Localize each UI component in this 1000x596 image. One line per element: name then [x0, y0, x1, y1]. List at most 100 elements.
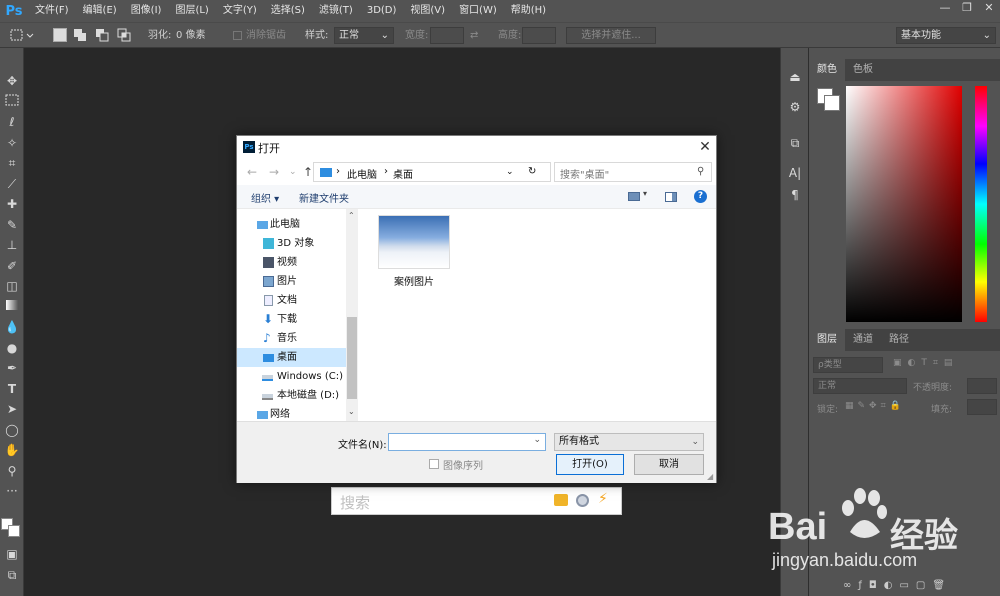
layer-filter-icons[interactable]: ▣◐T⌗▤ — [893, 358, 958, 368]
select-and-mask-button[interactable]: 选择并遮住... — [566, 27, 656, 44]
menu-filter[interactable]: 滤镜(T) — [312, 0, 360, 22]
address-dropdown-icon[interactable]: ⌄ — [506, 167, 514, 177]
clone-stamp-tool-icon[interactable]: ⊥ — [3, 236, 21, 254]
address-bar[interactable]: › 此电脑 › 桌面 ⌄ ↻ — [313, 162, 551, 182]
dialog-search-input[interactable]: 搜索"桌面" ⚲ — [554, 162, 712, 182]
menu-file[interactable]: 文件(F) — [28, 0, 76, 22]
lightning-icon[interactable]: ⚡ — [598, 491, 608, 507]
image-sequence-checkbox[interactable] — [429, 459, 439, 469]
menu-select[interactable]: 选择(S) — [264, 0, 312, 22]
healing-brush-tool-icon[interactable]: ✚ — [3, 195, 21, 213]
antialias-checkbox[interactable] — [233, 31, 242, 40]
help-icon[interactable]: ? — [694, 190, 707, 203]
file-item[interactable]: 案例图片 — [376, 213, 452, 291]
scroll-down-icon[interactable]: ⌄ — [348, 407, 355, 416]
nav-item-documents[interactable]: 文档 — [237, 291, 346, 310]
cancel-button[interactable]: 取消 — [634, 454, 704, 475]
tab-paths[interactable]: 路径 — [881, 329, 917, 351]
move-tool-icon[interactable]: ✥ — [3, 72, 21, 90]
subtract-from-selection-icon[interactable] — [94, 27, 110, 49]
hand-tool-icon[interactable]: ✋ — [3, 441, 21, 459]
marquee-tool-icon[interactable] — [3, 93, 21, 111]
breadcrumb-desktop[interactable]: 桌面 — [393, 166, 413, 181]
magic-wand-tool-icon[interactable]: ✧ — [3, 134, 21, 152]
lock-icons[interactable]: ▦✎✥⌗🔒 — [845, 401, 905, 411]
view-dropdown-icon[interactable]: ▾ — [643, 189, 647, 198]
folder-icon[interactable] — [554, 494, 568, 506]
brush-tool-icon[interactable]: ✎ — [3, 216, 21, 234]
more-tools-icon[interactable]: ··· — [3, 482, 21, 500]
quick-mask-icon[interactable]: ▣ — [3, 545, 21, 563]
nav-item-videos[interactable]: 视频 — [237, 253, 346, 272]
nav-item-drive-d[interactable]: 本地磁盘 (D:) — [237, 386, 346, 405]
type-tool-icon[interactable]: T — [3, 380, 21, 398]
menu-image[interactable]: 图像(I) — [124, 0, 169, 22]
search-bar[interactable]: 搜索 ⚡ — [331, 487, 622, 515]
opacity-input[interactable] — [967, 378, 997, 394]
recent-dropdown-icon[interactable]: ⌄ — [289, 167, 297, 177]
workspace-select[interactable]: 基本功能 ⌄ — [896, 27, 996, 44]
preview-pane-icon[interactable] — [665, 192, 677, 202]
pen-tool-icon[interactable]: ✒ — [3, 359, 21, 377]
scrollbar-thumb[interactable] — [347, 317, 357, 399]
menu-layer[interactable]: 图层(L) — [168, 0, 215, 22]
tab-swatches[interactable]: 色板 — [845, 59, 881, 81]
resize-grip-icon[interactable]: ◢ — [707, 472, 713, 481]
nav-item-drive-c[interactable]: Windows (C:) — [237, 367, 346, 386]
path-selection-tool-icon[interactable]: ➤ — [3, 400, 21, 418]
nav-item-downloads[interactable]: ⬇ 下载 — [237, 310, 346, 329]
new-selection-icon[interactable] — [53, 28, 67, 42]
width-input[interactable] — [430, 27, 464, 44]
file-format-select[interactable]: 所有格式 ⌄ — [554, 433, 704, 451]
forward-arrow-icon[interactable]: → — [269, 165, 279, 179]
dodge-tool-icon[interactable]: ● — [3, 339, 21, 357]
blend-mode-select[interactable]: 正常 — [813, 378, 907, 394]
layer-kind-filter[interactable]: ρ类型 — [813, 357, 883, 373]
swap-icon[interactable]: ⇄ — [470, 28, 478, 44]
menu-help[interactable]: 帮助(H) — [504, 0, 553, 22]
feather-input[interactable]: 0 像素 — [176, 28, 206, 44]
add-to-selection-icon[interactable] — [72, 27, 88, 49]
crop-tool-icon[interactable]: ⌗ — [3, 154, 21, 172]
up-arrow-icon[interactable]: ↑ — [303, 165, 313, 179]
ellipse-tool-icon[interactable]: ◯ — [3, 421, 21, 439]
tab-channels[interactable]: 通道 — [845, 329, 881, 351]
paragraph-panel-icon[interactable]: ¶ — [786, 186, 804, 204]
eyedropper-tool-icon[interactable]: ⟋ — [3, 175, 21, 193]
organize-button[interactable]: 组织 ▾ — [251, 190, 279, 205]
character-panel-icon[interactable]: A| — [786, 164, 804, 182]
marquee-tool-preset-icon[interactable] — [10, 27, 34, 49]
nav-scrollbar[interactable]: ⌃ ⌄ — [346, 209, 358, 421]
height-input[interactable] — [522, 27, 556, 44]
refresh-icon[interactable]: ↻ — [528, 166, 536, 177]
new-folder-button[interactable]: 新建文件夹 — [299, 190, 349, 205]
back-arrow-icon[interactable]: ← — [247, 165, 257, 179]
background-color-swatch[interactable] — [824, 95, 840, 111]
properties-panel-icon[interactable]: ⚙ — [786, 98, 804, 116]
dialog-close-button[interactable]: ✕ — [695, 137, 715, 157]
nav-item-music[interactable]: ♪ 音乐 — [237, 329, 346, 348]
fill-input[interactable] — [967, 399, 997, 415]
nav-item-pictures[interactable]: 图片 — [237, 272, 346, 291]
close-app-button[interactable]: ✕ — [978, 0, 1000, 18]
screen-mode-icon[interactable]: ⧉ — [3, 566, 21, 584]
style-select[interactable]: 正常 ⌄ — [334, 27, 394, 44]
filename-input[interactable]: ⌄ — [388, 433, 546, 451]
settings-icon[interactable] — [576, 494, 589, 507]
open-button[interactable]: 打开(O) — [556, 454, 624, 475]
adjustments-panel-icon[interactable]: ⧉ — [786, 134, 804, 152]
breadcrumb-this-pc[interactable]: 此电脑 — [347, 166, 377, 181]
tab-color[interactable]: 颜色 — [809, 59, 845, 81]
blur-tool-icon[interactable]: 💧 — [3, 318, 21, 336]
menu-3d[interactable]: 3D(D) — [360, 0, 404, 22]
intersect-selection-icon[interactable] — [116, 27, 132, 49]
background-color-swatch[interactable] — [8, 525, 20, 537]
nav-item-network[interactable]: 网络 — [237, 405, 346, 421]
menu-view[interactable]: 视图(V) — [403, 0, 452, 22]
lasso-tool-icon[interactable]: ℓ — [3, 113, 21, 131]
menu-window[interactable]: 窗口(W) — [452, 0, 504, 22]
hue-slider[interactable] — [975, 86, 987, 322]
nav-item-desktop[interactable]: 桌面 — [237, 348, 346, 367]
tab-layers[interactable]: 图层 — [809, 329, 845, 351]
nav-item-3d-objects[interactable]: 3D 对象 — [237, 234, 346, 253]
